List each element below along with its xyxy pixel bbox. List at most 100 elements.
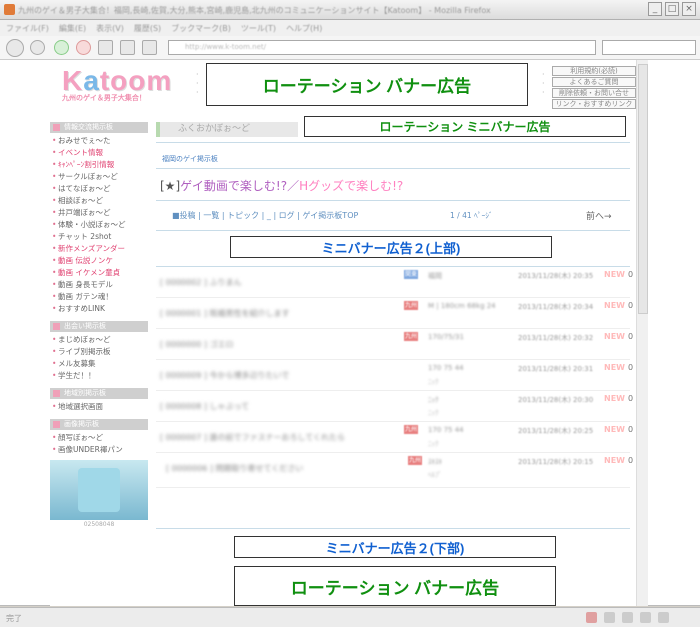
divider	[156, 528, 630, 529]
table-row[interactable]: [ 0000000 ] ゴエロ 九州 170/75/31 2013/11/28(…	[156, 330, 633, 360]
site-tagline: 九州のゲイ＆男子大集合！	[62, 94, 146, 102]
menu-bookmarks[interactable]: ブックマーク(B)	[171, 23, 231, 34]
page-viewport: Katoom 九州のゲイ＆男子大集合！ · · · ローテーション バナー広告 · ·…	[0, 60, 700, 606]
sidebar-item[interactable]: 相談ぼぉ～ど	[50, 195, 148, 207]
stop-icon[interactable]	[76, 40, 91, 55]
sidebar-ad-image[interactable]	[50, 460, 148, 520]
sidebar-item[interactable]: チャット 2shot	[50, 231, 148, 243]
board-label[interactable]: 福岡のゲイ掲示板	[162, 154, 218, 164]
table-row[interactable]: [ 0000006 ] 問題取り寄せてください 九州 ｽｷｽｷ ﾍﾙﾌﾟ 201…	[156, 454, 633, 488]
close-button[interactable]: ×	[682, 2, 696, 16]
navigation-toolbar: http://www.k-toom.net/	[0, 36, 700, 60]
link-recommended[interactable]: リンク・おすすめリンク	[552, 99, 636, 109]
divider	[156, 230, 630, 231]
sidebar-section-meet: 出会い掲示板	[50, 321, 148, 332]
status-bar: 完了	[0, 607, 700, 627]
table-row[interactable]: [ 0000001 ] 既婚男性を紹介します 九州 M | 180cm 68kg…	[156, 299, 633, 329]
sidebar-section-region: 地域別掲示板	[50, 388, 148, 399]
menu-file[interactable]: ファイル(F)	[6, 23, 49, 34]
sidebar-item[interactable]: ライブ別掲示板	[50, 346, 148, 358]
divider	[156, 200, 630, 201]
window-controls: _ □ ×	[648, 2, 696, 16]
sidebar: 情報交流掲示板 おみせでぇ～た イベント情報 ｷｬﾝﾍﾟｰﾝ割引情報 サークルぼ…	[50, 122, 148, 528]
url-bar[interactable]: http://www.k-toom.net/	[168, 40, 596, 55]
sidebar-item[interactable]: ｷｬﾝﾍﾟｰﾝ割引情報	[50, 159, 148, 171]
sidebar-section-info: 情報交流掲示板	[50, 122, 148, 133]
table-row[interactable]: [ 0000007 ] 誰の前でファスナーおろしてくれたら 九州 170 75 …	[156, 423, 633, 453]
sidebar-item[interactable]: 動画 イケメン童貞	[50, 267, 148, 279]
sidebar-item[interactable]: はてなぼぉ～ど	[50, 183, 148, 195]
home-icon[interactable]	[98, 40, 113, 55]
firefox-icon	[4, 4, 15, 15]
mini-banner2-top[interactable]: ミニバナー広告２(上部)	[230, 236, 552, 258]
rotation-banner-bottom[interactable]: ローテーション バナー広告	[234, 566, 556, 606]
sidebar-ad-caption: 02508048	[83, 521, 115, 528]
bookmark-icon[interactable]	[120, 40, 135, 55]
page-info: 1 / 41 ﾍﾟｰｼﾞ	[450, 211, 493, 220]
menu-history[interactable]: 履歴(S)	[134, 23, 161, 34]
minimize-button[interactable]: _	[648, 2, 662, 16]
sidebar-item[interactable]: 新作メンズアンダー	[50, 243, 148, 255]
sidebar-item[interactable]: 動画 伝説ノンケ	[50, 255, 148, 267]
mini-banner-top[interactable]: ローテーション ミニバナー広告	[304, 116, 626, 137]
menu-edit[interactable]: 編集(E)	[59, 23, 86, 34]
reload-icon[interactable]	[54, 40, 69, 55]
menu-bar: ファイル(F) 編集(E) 表示(V) 履歴(S) ブックマーク(B) ツール(…	[0, 20, 700, 36]
table-row[interactable]: [ 0000009 ] 今から博多辺りたいで 170 75 44 ﾆｯｸ 201…	[156, 361, 633, 391]
maximize-button[interactable]: □	[665, 2, 679, 16]
scrollbar-thumb[interactable]	[638, 64, 648, 314]
board-title-link-a[interactable]: ゲイ動画で楽しむ!?	[180, 179, 287, 193]
separator-dots: · · ·	[196, 70, 199, 97]
sidebar-item[interactable]: サークルぼぉ～ど	[50, 171, 148, 183]
forward-icon[interactable]	[30, 40, 45, 55]
table-row[interactable]: [ 0000008 ] しゃぶって ﾆｯｸ ﾆｯｸ 2013/11/28(木) …	[156, 392, 633, 422]
divider	[156, 168, 630, 169]
divider	[156, 266, 630, 267]
mini-banner2-bottom[interactable]: ミニバナー広告２(下部)	[234, 536, 556, 558]
board-nav[interactable]: ■投稿 | 一覧 | トピック | _ | ログ | ゲイ掲示板TOP	[172, 210, 358, 221]
download-icon[interactable]	[142, 40, 157, 55]
window-title: 九州のゲイ＆男子大集合！福岡,長崎,佐賀,大分,熊本,宮崎,鹿児島,北九州のコミ…	[18, 6, 491, 15]
page-content: Katoom 九州のゲイ＆男子大集合！ · · · ローテーション バナー広告 · ·…	[50, 60, 640, 606]
url-text: http://www.k-toom.net/	[185, 43, 266, 51]
board-title: [★]ゲイ動画で楽しむ!?／Hグッズで楽しむ!?	[160, 179, 404, 193]
separator-dots-right: · · ·	[542, 70, 545, 97]
resize-grip-icon[interactable]	[658, 612, 669, 623]
menu-view[interactable]: 表示(V)	[96, 23, 124, 34]
sidebar-item[interactable]: 学生だ！！	[50, 370, 148, 382]
security-icon	[604, 612, 615, 623]
addon-icon[interactable]	[586, 612, 597, 623]
sidebar-item[interactable]: 動画 ガテン魂！	[50, 291, 148, 303]
menu-tools[interactable]: ツール(T)	[241, 23, 276, 34]
sidebar-item[interactable]: メル友募集	[50, 358, 148, 370]
back-icon[interactable]	[6, 39, 24, 57]
status-text: 完了	[6, 614, 22, 623]
board-tab[interactable]: ふくおかぼぉ～ど	[156, 122, 298, 137]
sidebar-item[interactable]: 画像UNDER褌パン	[50, 444, 148, 456]
sidebar-item[interactable]: 井戸端ぼぉ～ど	[50, 207, 148, 219]
header-links: 利用規約(必読) よくあるご質問 削除依頼・お問い合せ リンク・おすすめリンク	[552, 66, 636, 110]
vertical-scrollbar[interactable]	[636, 60, 648, 606]
sidebar-item[interactable]: おすすめLINK	[50, 303, 148, 315]
search-input[interactable]	[602, 40, 696, 55]
sidebar-item[interactable]: 顔写ぼぉ～ど	[50, 432, 148, 444]
divider	[156, 142, 630, 143]
link-faq[interactable]: よくあるご質問	[552, 77, 636, 87]
link-terms[interactable]: 利用規約(必読)	[552, 66, 636, 76]
rotation-banner-top[interactable]: ローテーション バナー広告	[206, 63, 528, 106]
block-icon[interactable]	[622, 612, 633, 623]
sidebar-item[interactable]: 体験・小説ぼぉ～ど	[50, 219, 148, 231]
mail-icon[interactable]	[640, 612, 651, 623]
next-page-link[interactable]: 前へ→	[586, 209, 612, 222]
sidebar-item[interactable]: イベント情報	[50, 147, 148, 159]
sidebar-item[interactable]: 動画 身長モデル	[50, 279, 148, 291]
sidebar-item[interactable]: まじめぼぉ～ど	[50, 334, 148, 346]
board-title-link-b[interactable]: Hグッズで楽しむ!?	[299, 179, 403, 193]
table-row[interactable]: [ 0000002 ] ふりまん 関東 福岡 2013/11/28(木) 20:…	[156, 268, 633, 298]
sidebar-item[interactable]: おみせでぇ～た	[50, 135, 148, 147]
link-delete-request[interactable]: 削除依頼・お問い合せ	[552, 88, 636, 98]
menu-help[interactable]: ヘルプ(H)	[286, 23, 322, 34]
window-titlebar: 九州のゲイ＆男子大集合！福岡,長崎,佐賀,大分,熊本,宮崎,鹿児島,北九州のコミ…	[0, 0, 700, 20]
sidebar-section-images: 画像掲示板	[50, 419, 148, 430]
sidebar-item[interactable]: 地域選択画面	[50, 401, 148, 413]
